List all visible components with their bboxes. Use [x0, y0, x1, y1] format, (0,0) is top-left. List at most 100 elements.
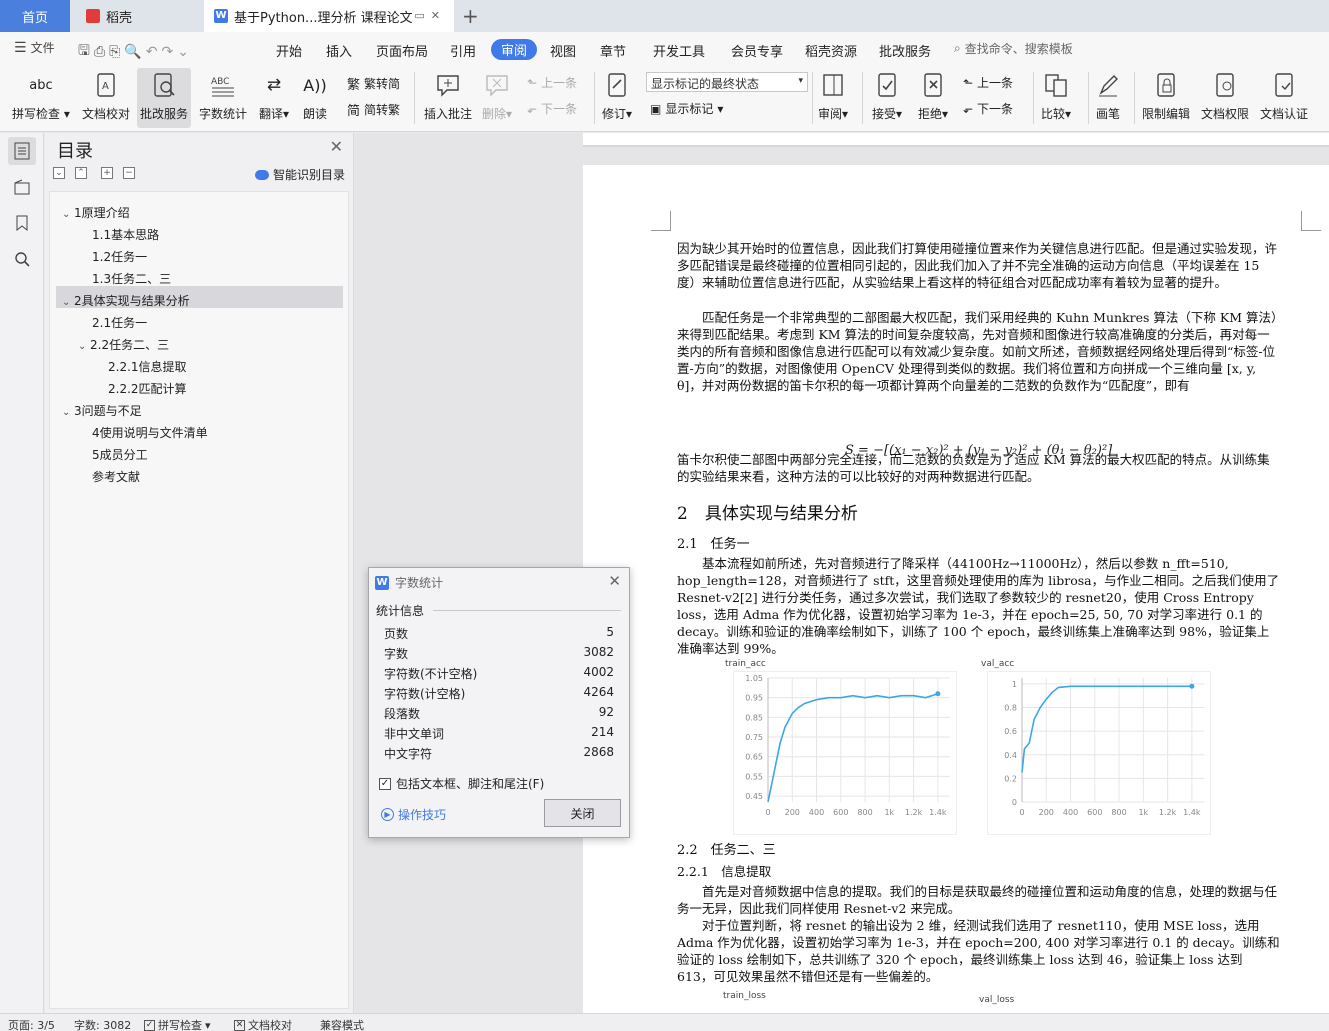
delete-comment-button[interactable]: 删除▾: [482, 70, 512, 122]
track-changes-button[interactable]: 修订▾: [602, 70, 632, 122]
tab-close-icon[interactable]: ✕: [431, 9, 446, 22]
menu-daoke-resources[interactable]: 稻壳资源: [805, 41, 857, 60]
menu-member[interactable]: 会员专享: [731, 41, 783, 60]
review-service-button[interactable]: 批改服务: [137, 68, 192, 128]
chevron-down-icon[interactable]: ⌄: [78, 341, 90, 352]
document-page[interactable]: 因为缺少其开始时的位置信息，因此我们打算使用碰撞位置来作为关键信息进行匹配。但是…: [583, 165, 1329, 1015]
restrict-edit-button[interactable]: 限制编辑: [1142, 70, 1190, 122]
toc-panel-icon[interactable]: [8, 137, 36, 165]
spell-check-toggle[interactable]: ✓ 拼写检查 ▾: [144, 1017, 211, 1031]
chapter-panel-icon[interactable]: [8, 173, 36, 201]
word-count-button[interactable]: ABC 字数统计: [199, 70, 247, 122]
toc-item[interactable]: 5成员分工: [92, 446, 148, 463]
export-pdf-icon[interactable]: ⎙: [94, 44, 105, 60]
doc-proof-icon: A: [82, 70, 130, 100]
toc-item[interactable]: 1.2任务一: [92, 248, 147, 265]
stat-label: 页数: [384, 627, 409, 641]
doc-proof-button[interactable]: A 文档校对: [82, 70, 130, 122]
restrict-edit-label: 限制编辑: [1142, 107, 1191, 121]
toc-item[interactable]: 1.3任务二、三: [92, 270, 171, 287]
toc-item[interactable]: 参考文献: [92, 468, 140, 485]
pen-button[interactable]: 画笔: [1096, 70, 1120, 122]
page-indicator[interactable]: 页面: 3/5: [8, 1017, 55, 1031]
menu-reference[interactable]: 引用: [450, 41, 476, 60]
insert-comment-button[interactable]: 插入批注: [424, 70, 472, 122]
print-icon[interactable]: ⎘: [109, 44, 120, 60]
menu-page-layout[interactable]: 页面布局: [376, 41, 428, 60]
tab-home[interactable]: 首页: [0, 0, 70, 32]
show-markup-button[interactable]: ▣ 显示标记 ▾: [650, 100, 723, 117]
menu-start[interactable]: 开始: [276, 41, 302, 60]
y-tick-label: 0.95: [745, 694, 763, 703]
menu-chapter[interactable]: 章节: [600, 41, 626, 60]
close-icon[interactable]: ✕: [608, 572, 621, 590]
toc-item[interactable]: 2.2.1信息提取: [108, 358, 187, 375]
collapse-all-icon[interactable]: ⌄: [53, 167, 65, 179]
search-icon[interactable]: [8, 245, 36, 273]
toc-item-label: 参考文献: [92, 470, 141, 484]
spell-check-button[interactable]: abc 拼写检查 ▾: [12, 70, 70, 122]
prev-comment-button[interactable]: ⬑ 上一条: [527, 74, 577, 91]
next-change-button[interactable]: ⬐ 下一条: [963, 100, 1013, 117]
tab-daoke[interactable]: 稻壳: [72, 0, 200, 32]
review-pane-button[interactable]: 审阅▾: [818, 70, 848, 122]
simp-to-trad-button[interactable]: 简 简转繁: [347, 100, 400, 119]
bookmark-icon[interactable]: [8, 209, 36, 237]
toc-item[interactable]: 4使用说明与文件清单: [92, 424, 208, 441]
translate-button[interactable]: ⇄ 翻译▾: [259, 70, 289, 122]
doc-permission-button[interactable]: 文档权限: [1201, 70, 1249, 122]
chart-title: val_acc: [981, 659, 1015, 669]
toc-item[interactable]: ⌄ 3问题与不足: [62, 402, 142, 419]
accept-button[interactable]: 接受▾: [872, 70, 902, 122]
include-textbox-checkbox[interactable]: ✓ 包括文本框、脚注和尾注(F): [379, 775, 544, 792]
menu-review-service[interactable]: 批改服务: [879, 41, 931, 60]
menu-review[interactable]: 审阅: [491, 39, 538, 60]
save-icon[interactable]: 🖫: [78, 40, 90, 64]
doc-proof-toggle[interactable]: ✕ 文档校对: [234, 1017, 292, 1031]
menu-insert[interactable]: 插入: [326, 41, 352, 60]
doc-certify-button[interactable]: 文档认证: [1260, 70, 1308, 122]
compare-button[interactable]: 比较▾: [1041, 70, 1071, 122]
toc-item-label: 2.2任务二、三: [90, 338, 170, 352]
markup-mode-select[interactable]: 显示标记的最终状态 ▾: [646, 72, 808, 92]
close-button[interactable]: 关闭: [544, 799, 621, 827]
tips-link[interactable]: ▶ 操作技巧: [381, 806, 446, 823]
toc-item[interactable]: 2.2.2匹配计算: [108, 380, 187, 397]
toc-item[interactable]: 2.1任务一: [92, 314, 147, 331]
toc-item-selected[interactable]: ⌄ 2具体实现与结果分析: [62, 292, 190, 309]
next-comment-button[interactable]: ⬐ 下一条: [527, 100, 577, 117]
reject-button[interactable]: 拒绝▾: [918, 70, 948, 122]
certify-icon: [1260, 70, 1308, 100]
expand-up-icon[interactable]: ⌃: [75, 167, 87, 179]
menu-developer[interactable]: 开发工具: [653, 41, 705, 60]
toc-item[interactable]: 1.1基本思路: [92, 226, 159, 243]
chart-title: train_loss: [723, 991, 766, 1001]
more-icon[interactable]: ⌄: [177, 44, 189, 60]
print-preview-icon[interactable]: 🔍: [124, 44, 141, 60]
new-tab-icon[interactable]: +: [462, 4, 479, 28]
undo-icon[interactable]: ↶: [146, 44, 158, 60]
minus-icon[interactable]: −: [123, 167, 135, 179]
menu-view[interactable]: 视图: [550, 41, 576, 60]
redo-icon[interactable]: ↷: [162, 44, 174, 60]
chevron-down-icon[interactable]: ⌄: [62, 407, 74, 418]
y-tick-label: 0: [1012, 798, 1017, 807]
read-aloud-label: 朗读: [303, 107, 328, 121]
chevron-down-icon[interactable]: ⌄: [62, 297, 74, 308]
tab-document[interactable]: W 基于Python...理分析 课程论文 ▭✕: [204, 0, 454, 32]
file-menu[interactable]: ☰ 文件: [14, 39, 55, 56]
toc-item[interactable]: ⌄ 2.2任务二、三: [78, 336, 169, 353]
smart-toc-button[interactable]: 智能识别目录: [254, 166, 345, 183]
tab-window-icon[interactable]: ▭: [414, 9, 430, 22]
trad-to-simp-button[interactable]: 繁 繁转简: [347, 74, 400, 93]
word-count-indicator[interactable]: 字数: 3082: [74, 1017, 131, 1031]
prev-change-button[interactable]: ⬑ 上一条: [963, 74, 1013, 91]
command-search[interactable]: ⌕ 查找命令、搜索模板: [954, 40, 1073, 57]
plus-icon[interactable]: +: [101, 167, 113, 179]
chevron-down-icon[interactable]: ⌄: [62, 209, 74, 220]
svg-text:ABC: ABC: [211, 77, 229, 87]
read-aloud-button[interactable]: A)) 朗读: [303, 70, 327, 122]
close-icon[interactable]: ✕: [330, 137, 343, 156]
toc-item[interactable]: ⌄ 1原理介绍: [62, 204, 130, 221]
x-tick-label: 400: [1063, 808, 1078, 817]
